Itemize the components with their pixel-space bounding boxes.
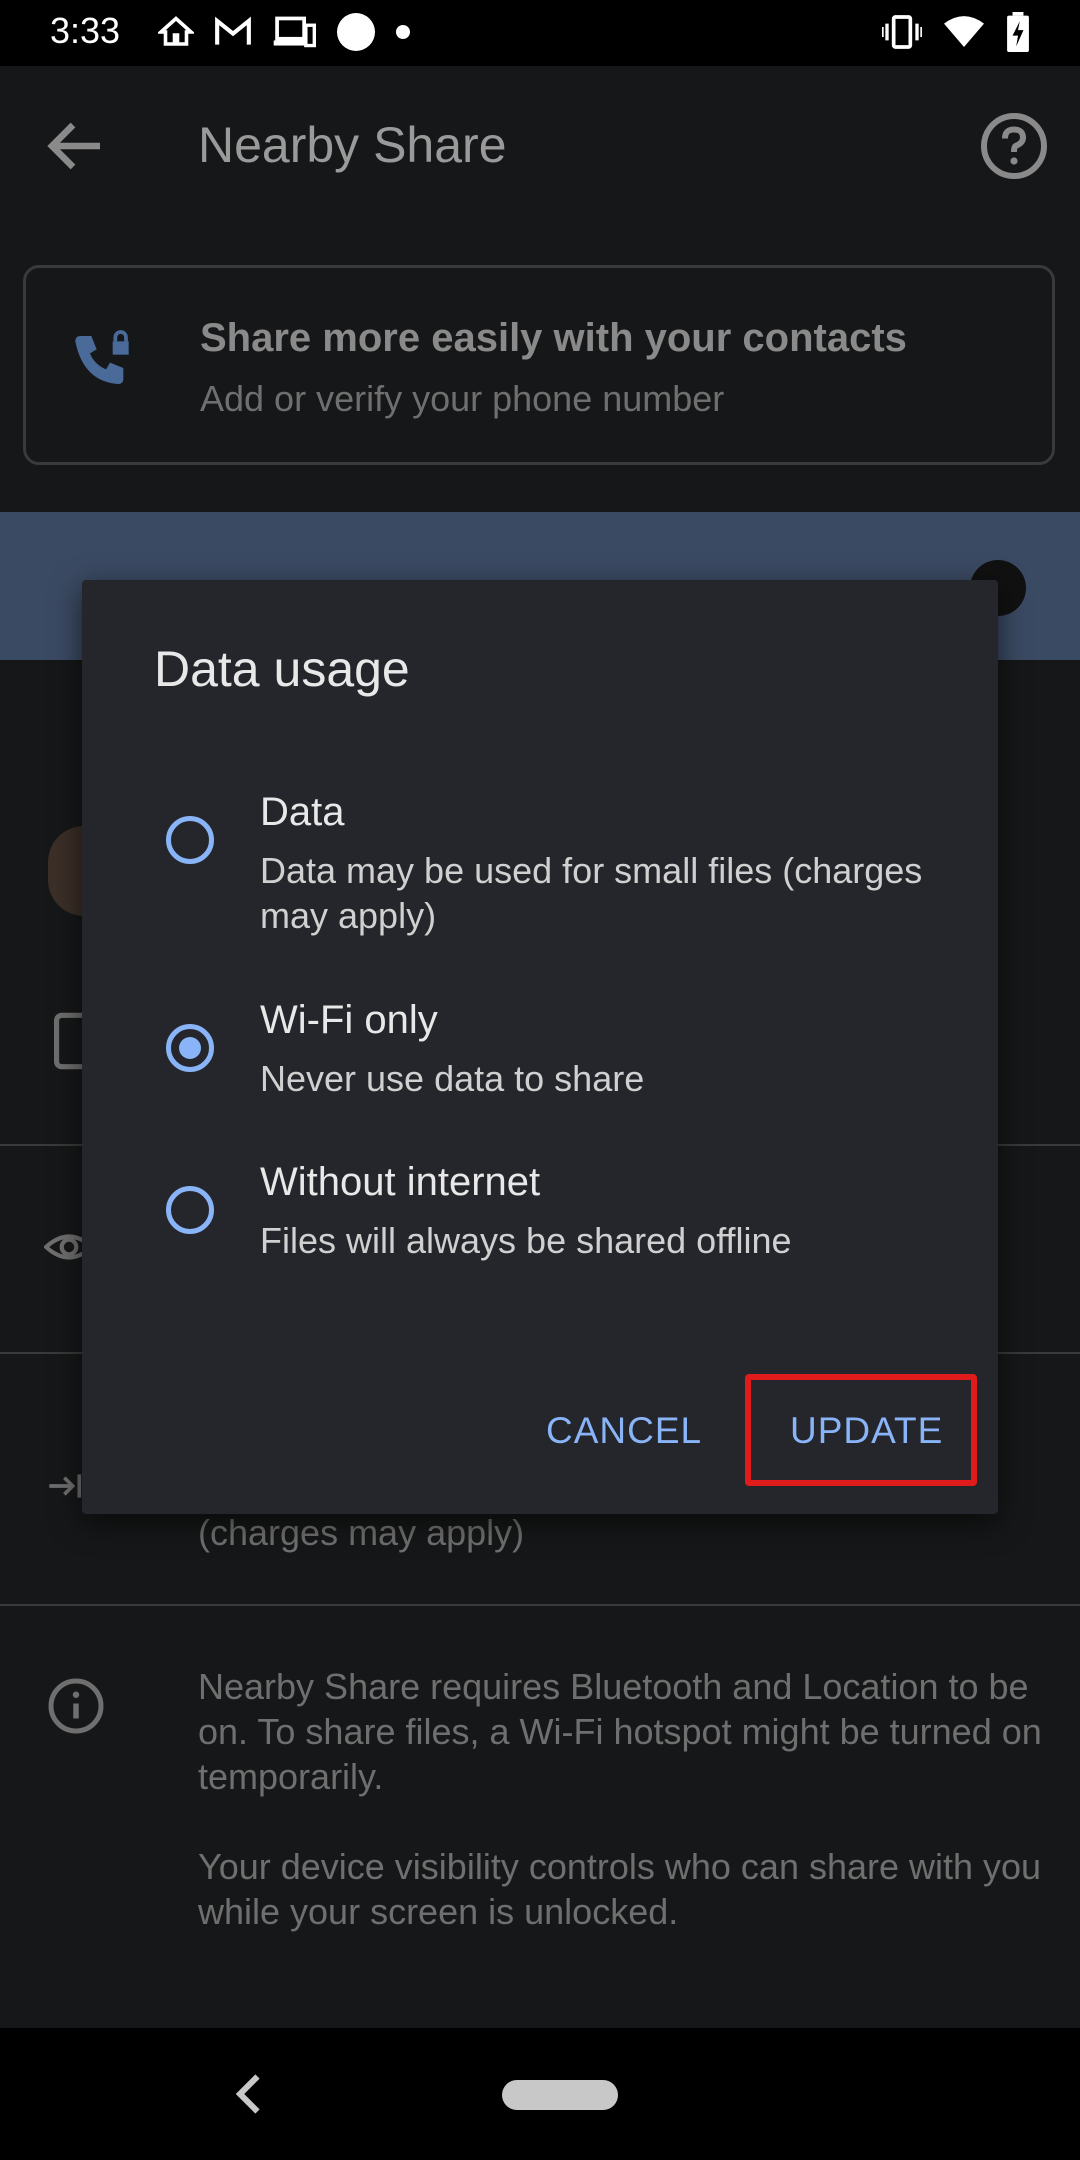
notification-icons [158, 12, 410, 52]
option-description: Data may be used for small files (charge… [260, 850, 923, 936]
app-bar: Nearby Share [0, 66, 1080, 222]
option-description: Files will always be shared offline [260, 1220, 792, 1261]
gmail-icon [215, 16, 251, 45]
page-title: Nearby Share [198, 117, 507, 173]
data-usage-summary: (charges may apply) [198, 1512, 525, 1553]
circle-notification-icon [337, 13, 375, 51]
home-icon [158, 16, 194, 46]
radio-data[interactable] [166, 816, 214, 864]
more-notifications-dot-icon [396, 25, 410, 39]
screen: 3:33 Nearby Share Share more easily with… [0, 0, 1080, 2160]
navigation-bar [0, 2028, 1080, 2160]
contacts-card[interactable]: Share more easily with your contacts Add… [23, 265, 1055, 465]
option-label: Data [260, 790, 345, 834]
update-highlight-box [745, 1374, 977, 1486]
cancel-button[interactable]: CANCEL [546, 1410, 702, 1452]
card-subtitle: Add or verify your phone number [200, 378, 725, 419]
info-paragraph: Your device visibility controls who can … [198, 1846, 1042, 1932]
help-circle-icon[interactable] [978, 110, 1050, 182]
data-transfer-icon [49, 1474, 82, 1498]
home-pill-button[interactable] [502, 2080, 618, 2110]
status-time: 3:33 [50, 10, 121, 51]
option-label: Wi-Fi only [260, 998, 438, 1042]
status-bar: 3:33 [0, 0, 1080, 66]
option-description: Never use data to share [260, 1058, 645, 1099]
phone-lock-icon [75, 330, 129, 384]
devices-icon [273, 16, 316, 48]
arrow-back-icon[interactable] [40, 110, 112, 182]
wifi-icon [944, 16, 984, 47]
option-label: Without internet [260, 1160, 541, 1204]
info-icon [48, 1678, 104, 1734]
card-title: Share more easily with your contacts [200, 316, 907, 360]
dialog-title: Data usage [154, 641, 410, 697]
info-text: Nearby Share requires Bluetooth and Loca… [198, 1664, 1048, 1979]
info-paragraph: Nearby Share requires Bluetooth and Loca… [198, 1666, 1042, 1797]
radio-wifi-only[interactable] [166, 1024, 214, 1072]
battery-icon [1007, 12, 1029, 52]
divider [0, 1604, 1080, 1606]
radio-without-internet[interactable] [166, 1186, 214, 1234]
system-icons [882, 12, 1030, 52]
vibrate-icon [882, 15, 922, 49]
nav-back-icon[interactable] [220, 2064, 280, 2124]
